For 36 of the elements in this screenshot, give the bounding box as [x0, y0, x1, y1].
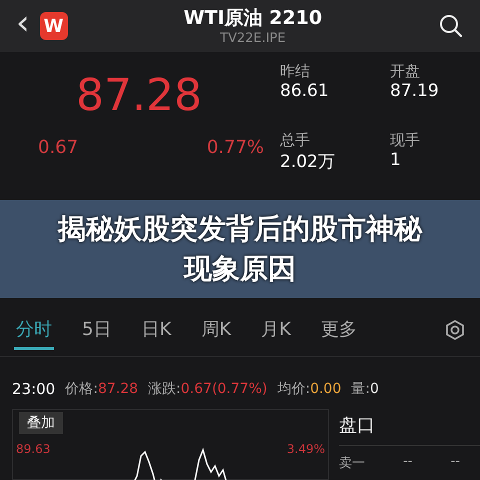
info-field: 涨跌:0.67(0.77%): [148, 380, 268, 398]
info-field: 均价:0.00: [277, 380, 342, 398]
stat-label: 现手: [390, 130, 421, 150]
app-logo: W: [40, 12, 68, 40]
last-price: 87.28: [76, 70, 203, 121]
info-field: 价格:87.28: [65, 380, 138, 398]
order-book-title: 盘口: [339, 409, 480, 446]
order-level: 卖一: [339, 455, 365, 472]
chart-tab[interactable]: 周K: [199, 310, 234, 350]
overlay-button[interactable]: 叠加: [19, 412, 63, 434]
chart-tab[interactable]: 5日: [80, 310, 114, 350]
chart-tab[interactable]: 分时: [14, 310, 54, 350]
stat-value: 1: [390, 150, 402, 170]
info-field: 量:0: [351, 380, 379, 398]
banner-title: 揭秘妖股突发背后的股市神秘现象原因: [56, 211, 424, 287]
stat-value: 86.61: [280, 81, 330, 101]
axis-label: 3.49%: [286, 442, 325, 456]
stat-label: 昨结: [280, 62, 311, 81]
stat-value: 2.02万: [280, 150, 336, 172]
instrument-code: TV22E.IPE: [220, 30, 286, 46]
settings-icon[interactable]: [444, 319, 466, 341]
chart-tab[interactable]: 更多: [318, 310, 359, 350]
stat-label: 总手: [280, 130, 311, 150]
chart-tab[interactable]: 月K: [259, 310, 293, 350]
order-price: --: [403, 454, 412, 471]
chart-tab[interactable]: 日K: [139, 310, 174, 350]
stat-label: 开盘: [390, 62, 421, 81]
percent-change: 0.77%: [206, 137, 264, 158]
order-volume: --: [450, 454, 460, 471]
instrument-title: WTI原油 2210: [184, 6, 322, 28]
stat-value: 87.19: [390, 81, 440, 101]
price-change: 0.67: [38, 137, 78, 158]
back-button[interactable]: ‹: [16, 6, 30, 40]
cursor-time: 23:00: [12, 380, 56, 398]
search-icon[interactable]: [438, 13, 464, 39]
axis-label: 89.63: [16, 442, 50, 456]
